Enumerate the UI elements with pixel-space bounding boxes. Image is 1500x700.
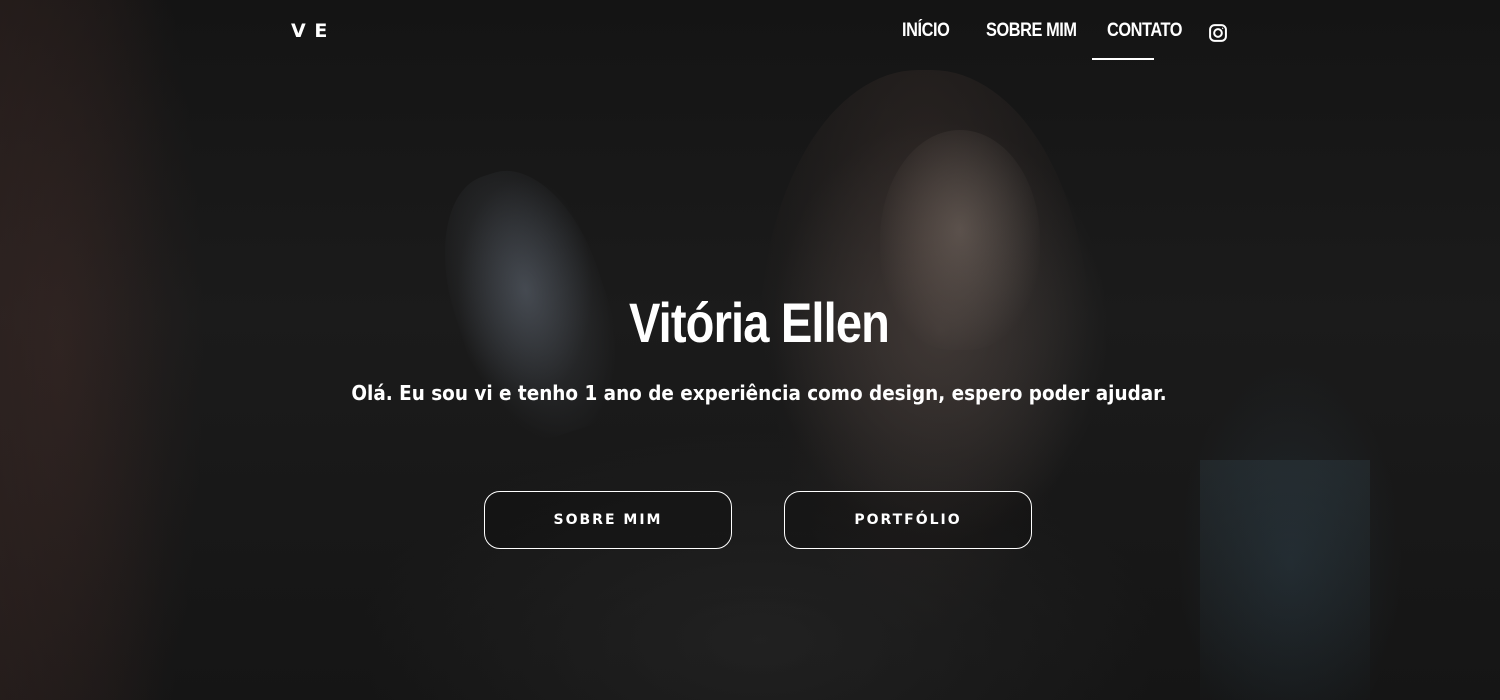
- site-logo[interactable]: V E: [291, 20, 328, 42]
- nav-item-contato[interactable]: CONTATO: [1107, 20, 1182, 42]
- background-photo-window: [1200, 460, 1370, 700]
- nav-item-sobre-mim[interactable]: SOBRE MIM: [986, 20, 1077, 42]
- nav-item-inicio[interactable]: INÍCIO: [902, 20, 950, 42]
- top-navigation: V E INÍCIO SOBRE MIM CONTATO: [0, 0, 1500, 66]
- instagram-icon[interactable]: [1208, 23, 1228, 43]
- hero-title: Vitória Ellen: [628, 291, 890, 354]
- portfolio-button[interactable]: PORTFÓLIO: [784, 491, 1032, 549]
- active-nav-indicator: [1092, 58, 1154, 60]
- hero-section: V E INÍCIO SOBRE MIM CONTATO Vitória Ell…: [0, 0, 1500, 700]
- about-me-button[interactable]: SOBRE MIM: [484, 491, 732, 549]
- hero-subtitle: Olá. Eu sou vi e tenho 1 ano de experiên…: [351, 381, 1167, 405]
